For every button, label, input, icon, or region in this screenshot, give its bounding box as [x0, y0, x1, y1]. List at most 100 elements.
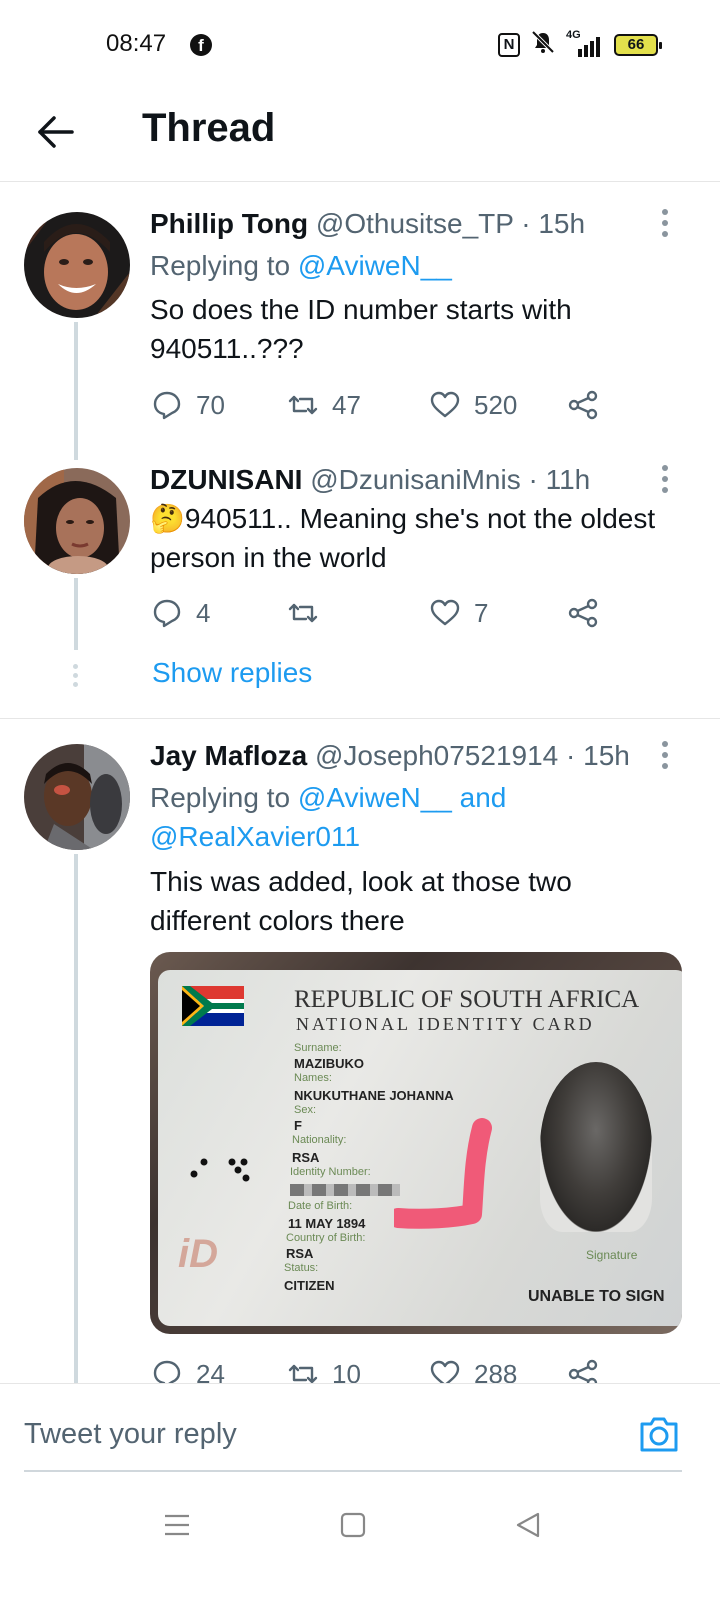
surname-label: Surname: [294, 1042, 342, 1054]
avatar[interactable] [24, 212, 130, 318]
author-name[interactable]: Phillip Tong [150, 208, 308, 239]
id-card-subtitle: NATIONAL IDENTITY CARD [296, 1014, 595, 1034]
tweet-header: DZUNISANI @DzunisaniMnis · 11h [150, 464, 590, 496]
thread-line [74, 322, 78, 460]
thread-dots [73, 664, 79, 688]
redacted-id-number [290, 1184, 400, 1196]
avatar[interactable] [24, 744, 130, 850]
id-card-title: REPUBLIC OF SOUTH AFRICA [294, 986, 640, 1013]
reply-count: 70 [196, 389, 225, 420]
replying-to-label: Replying to [150, 250, 291, 281]
author-name[interactable]: DZUNISANI [150, 464, 302, 495]
nationality-value: RSA [292, 1150, 320, 1165]
mention-link[interactable]: @AviweN__ [298, 250, 452, 281]
signal-icon: 4G [566, 29, 604, 57]
braille-dots [190, 1158, 250, 1182]
mute-icon [530, 30, 556, 60]
battery-icon: 66 [614, 34, 662, 56]
reply-count: 4 [196, 597, 211, 628]
thinking-emoji-icon: 🤔 [150, 503, 185, 534]
tweet-text: This was added, look at those two differ… [150, 866, 572, 936]
back-nav-icon[interactable] [514, 1510, 544, 1540]
surname-value: MAZIBUKO [294, 1056, 365, 1071]
nationality-label: Nationality: [292, 1134, 347, 1146]
reply-icon [153, 391, 181, 420]
id-photo [540, 1062, 652, 1232]
like-count: 7 [474, 597, 489, 628]
south-africa-flag-icon [182, 986, 244, 1026]
share-icon [568, 598, 598, 628]
tweet-header: Phillip Tong @Othusitse_TP · 15h [150, 208, 585, 240]
retweet-icon [288, 395, 318, 415]
reply-icon [153, 599, 181, 628]
like-button[interactable]: 7 [428, 593, 488, 633]
signature-value: UNABLE TO SIGN [528, 1288, 665, 1305]
more-options-icon[interactable] [662, 741, 670, 775]
share-button[interactable] [566, 385, 600, 425]
system-nav-bar [0, 1480, 720, 1600]
thread-line [74, 578, 78, 650]
highlight-mark [394, 1118, 492, 1229]
status-value: CITIZEN [284, 1278, 335, 1293]
replying-to-continued: @RealXavier011 [150, 821, 360, 853]
dob-label: Date of Birth: [288, 1200, 353, 1212]
retweet-button[interactable] [286, 593, 332, 633]
tweet-header: Jay Mafloza @Joseph07521914 · 15h [150, 740, 630, 772]
compose-underline [24, 1470, 682, 1472]
page-title: Thread [142, 106, 276, 150]
author-handle: @Joseph07521914 · 15h [314, 740, 630, 771]
back-arrow-icon[interactable] [36, 112, 76, 152]
replying-to: Replying to @AviweN__ [150, 250, 452, 282]
reply-input[interactable]: Tweet your reply [24, 1418, 237, 1451]
id-number-label: Identity Number: [290, 1166, 371, 1178]
country-value: RSA [286, 1246, 314, 1261]
share-icon [568, 390, 598, 420]
names-label: Names: [294, 1072, 332, 1084]
more-options-icon[interactable] [662, 465, 670, 499]
like-count: 520 [474, 389, 518, 420]
id-card: REPUBLIC OF SOUTH AFRICA NATIONAL IDENTI… [158, 970, 682, 1326]
tweet-image[interactable]: REPUBLIC OF SOUTH AFRICA NATIONAL IDENTI… [150, 952, 682, 1334]
dob-value: 11 MAY 1894 [288, 1216, 366, 1231]
sex-label: Sex: [294, 1104, 317, 1116]
tweet-text: 🤔940511.. Meaning she's not the oldest p… [150, 499, 680, 577]
names-value: NKUKUTHANE JOHANNA [294, 1088, 454, 1103]
author-handle: @Othusitse_TP · 15h [315, 208, 586, 239]
tweet-text: So does the ID number starts with 940511… [150, 294, 572, 364]
mention-link[interactable]: @AviweN__ and [298, 782, 506, 813]
sex-value: F [294, 1118, 302, 1133]
author-name[interactable]: Jay Mafloza [150, 740, 307, 771]
author-handle: @DzunisaniMnis · 11h [310, 464, 591, 495]
camera-icon[interactable] [638, 1414, 680, 1454]
reply-button[interactable]: 4 [150, 593, 210, 633]
mention-link[interactable]: @RealXavier011 [150, 821, 360, 852]
facebook-icon: f [190, 34, 212, 56]
status-icons: N 4G 66 [498, 29, 662, 60]
more-options-icon[interactable] [662, 209, 670, 243]
status-time: 08:47 [106, 30, 167, 57]
heart-icon [430, 391, 460, 418]
divider [0, 718, 720, 719]
retweet-button[interactable]: 47 [286, 385, 361, 425]
avatar[interactable] [24, 468, 130, 574]
status-label: Status: [284, 1262, 319, 1274]
reply-compose-bar: Tweet your reply [0, 1383, 720, 1480]
thread-line [74, 854, 78, 1383]
retweet-icon [288, 603, 318, 623]
retweet-count: 47 [332, 389, 361, 420]
show-replies-link[interactable]: Show replies [152, 657, 312, 689]
reply-button[interactable]: 70 [150, 385, 225, 425]
tweet-text-body: 940511.. Meaning she's not the oldest pe… [150, 503, 656, 573]
share-button[interactable] [566, 593, 600, 633]
heart-icon [430, 599, 460, 626]
signature-label: Signature [586, 1248, 638, 1262]
header: Thread [0, 90, 720, 182]
menu-nav-icon[interactable] [162, 1510, 192, 1540]
status-bar: 08:47 f N 4G 66 [0, 0, 720, 90]
like-button[interactable]: 520 [428, 385, 517, 425]
nfc-icon: N [498, 33, 520, 57]
id-logo: iD [178, 1232, 218, 1276]
home-nav-icon[interactable] [338, 1510, 368, 1540]
replying-to-label: Replying to [150, 782, 291, 813]
country-label: Country of Birth: [286, 1232, 366, 1244]
